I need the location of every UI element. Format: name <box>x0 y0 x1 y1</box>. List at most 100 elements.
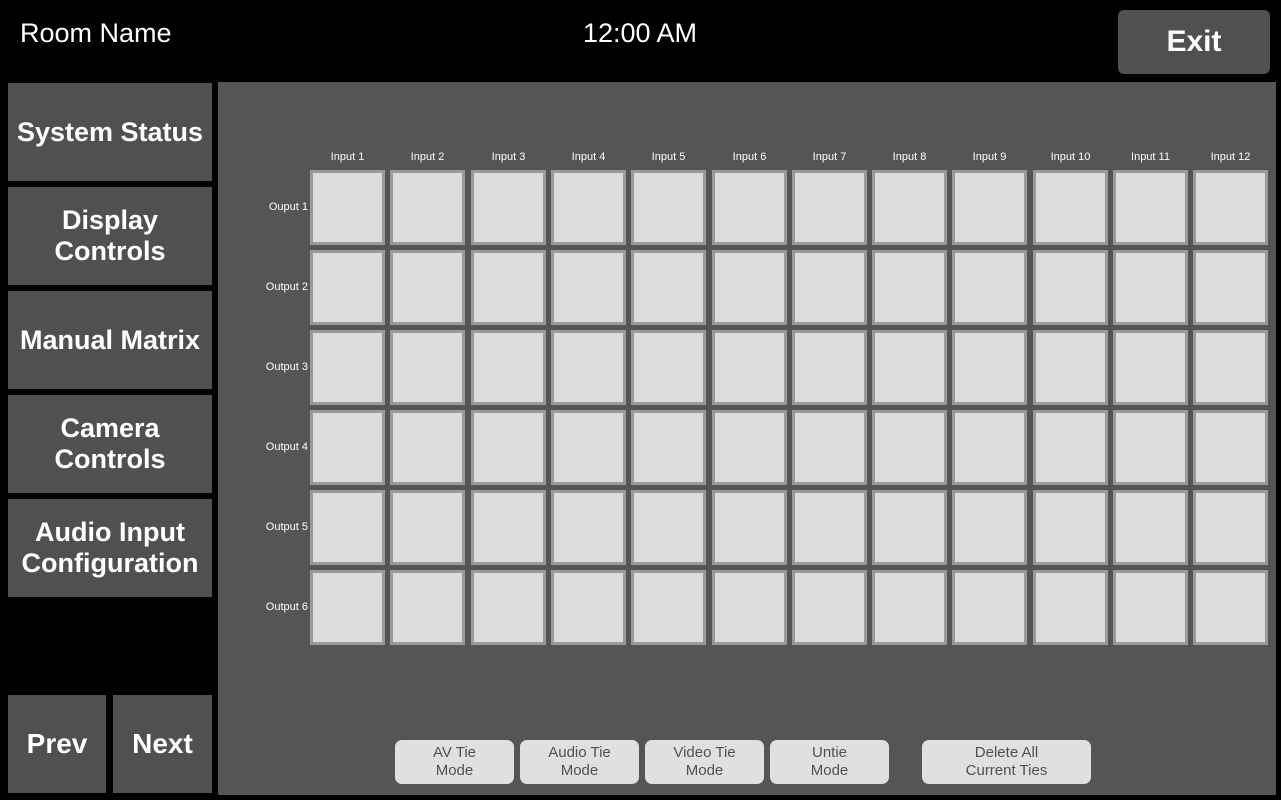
matrix-crosspoint-button[interactable] <box>390 410 465 485</box>
matrix-crosspoint-button[interactable] <box>631 250 706 325</box>
matrix-crosspoint-button[interactable] <box>1113 570 1188 645</box>
clock: 12:00 AM <box>582 18 698 48</box>
input-header: Input 5 <box>651 151 686 163</box>
audio-tie-mode-button[interactable]: Audio Tie Mode <box>520 740 639 784</box>
video-tie-mode-button[interactable]: Video Tie Mode <box>645 740 764 784</box>
matrix-crosspoint-button[interactable] <box>952 330 1027 405</box>
matrix-crosspoint-button[interactable] <box>471 250 546 325</box>
matrix-crosspoint-button[interactable] <box>1113 330 1188 405</box>
matrix-crosspoint-button[interactable] <box>390 570 465 645</box>
matrix-crosspoint-button[interactable] <box>872 410 947 485</box>
matrix-crosspoint-button[interactable] <box>952 250 1027 325</box>
matrix-crosspoint-button[interactable] <box>872 170 947 245</box>
matrix-crosspoint-button[interactable] <box>1033 250 1108 325</box>
sidebar-item-camera-controls[interactable]: Camera Controls <box>8 395 212 493</box>
matrix-crosspoint-button[interactable] <box>792 170 867 245</box>
matrix-crosspoint-button[interactable] <box>631 330 706 405</box>
sidebar-item-system-status[interactable]: System Status <box>8 83 212 181</box>
matrix-crosspoint-button[interactable] <box>712 490 787 565</box>
matrix-crosspoint-button[interactable] <box>390 490 465 565</box>
matrix-crosspoint-button[interactable] <box>551 250 626 325</box>
matrix-crosspoint-button[interactable] <box>551 490 626 565</box>
next-button[interactable]: Next <box>113 695 212 793</box>
matrix-crosspoint-button[interactable] <box>952 490 1027 565</box>
matrix-crosspoint-button[interactable] <box>551 570 626 645</box>
matrix-crosspoint-button[interactable] <box>792 330 867 405</box>
matrix-crosspoint-button[interactable] <box>1193 250 1268 325</box>
matrix-crosspoint-button[interactable] <box>952 410 1027 485</box>
matrix-crosspoint-button[interactable] <box>792 250 867 325</box>
matrix-crosspoint-button[interactable] <box>471 570 546 645</box>
matrix-crosspoint-button[interactable] <box>1113 410 1188 485</box>
av-tie-mode-button[interactable]: AV Tie Mode <box>395 740 514 784</box>
matrix-crosspoint-button[interactable] <box>872 570 947 645</box>
top-bar: Room Name 12:00 AM Exit <box>0 0 1281 82</box>
exit-button[interactable]: Exit <box>1118 10 1270 74</box>
matrix-crosspoint-button[interactable] <box>712 250 787 325</box>
matrix-crosspoint-button[interactable] <box>631 410 706 485</box>
matrix-crosspoint-button[interactable] <box>310 250 385 325</box>
matrix-crosspoint-button[interactable] <box>1193 170 1268 245</box>
output-header: Output 2 <box>265 281 308 293</box>
matrix-crosspoint-button[interactable] <box>310 170 385 245</box>
matrix-crosspoint-button[interactable] <box>1033 330 1108 405</box>
matrix-crosspoint-button[interactable] <box>471 330 546 405</box>
matrix-crosspoint-button[interactable] <box>712 330 787 405</box>
matrix-crosspoint-button[interactable] <box>551 170 626 245</box>
matrix-crosspoint-button[interactable] <box>631 490 706 565</box>
room-name: Room Name <box>20 18 172 48</box>
matrix-crosspoint-button[interactable] <box>872 250 947 325</box>
untie-mode-button[interactable]: Untie Mode <box>770 740 889 784</box>
sidebar-item-audio-input-configuration[interactable]: Audio Input Configuration <box>8 499 212 597</box>
matrix-crosspoint-button[interactable] <box>952 170 1027 245</box>
matrix-crosspoint-button[interactable] <box>712 570 787 645</box>
matrix-crosspoint-button[interactable] <box>1193 330 1268 405</box>
matrix-crosspoint-button[interactable] <box>1033 490 1108 565</box>
matrix-crosspoint-button[interactable] <box>310 570 385 645</box>
matrix-panel: Input 1 Input 2 Input 3 Input 4 Input 5 Input… <box>218 82 1276 795</box>
sidebar-item-display-controls[interactable]: Display Controls <box>8 187 212 285</box>
matrix-crosspoint-button[interactable] <box>390 330 465 405</box>
matrix-crosspoint-button[interactable] <box>1033 570 1108 645</box>
matrix-crosspoint-button[interactable] <box>1193 570 1268 645</box>
matrix-crosspoint-button[interactable] <box>390 250 465 325</box>
matrix-crosspoint-button[interactable] <box>310 490 385 565</box>
delete-all-ties-button[interactable]: Delete All Current Ties <box>922 740 1091 784</box>
output-header: Ouput 1 <box>268 201 308 213</box>
input-header: Input 10 <box>1050 151 1091 163</box>
matrix-crosspoint-button[interactable] <box>471 410 546 485</box>
sidebar: System Status Display Controls Manual Ma… <box>0 82 218 800</box>
matrix-crosspoint-button[interactable] <box>792 570 867 645</box>
matrix-crosspoint-button[interactable] <box>792 410 867 485</box>
matrix-crosspoint-button[interactable] <box>471 490 546 565</box>
matrix-crosspoint-button[interactable] <box>1113 170 1188 245</box>
matrix-crosspoint-button[interactable] <box>631 170 706 245</box>
matrix-crosspoint-button[interactable] <box>1113 490 1188 565</box>
matrix-crosspoint-button[interactable] <box>310 330 385 405</box>
matrix-crosspoint-button[interactable] <box>872 490 947 565</box>
matrix-crosspoint-button[interactable] <box>952 570 1027 645</box>
matrix-crosspoint-button[interactable] <box>471 170 546 245</box>
matrix-crosspoint-button[interactable] <box>1193 490 1268 565</box>
matrix-crosspoint-button[interactable] <box>712 170 787 245</box>
input-header: Input 9 <box>972 151 1007 163</box>
output-header: Output 3 <box>265 361 308 373</box>
matrix-crosspoint-button[interactable] <box>792 490 867 565</box>
matrix-crosspoint-button[interactable] <box>310 410 385 485</box>
input-header: Input 1 <box>330 151 365 163</box>
matrix-crosspoint-button[interactable] <box>1033 170 1108 245</box>
sidebar-item-manual-matrix[interactable]: Manual Matrix <box>8 291 212 389</box>
matrix-crosspoint-button[interactable] <box>551 330 626 405</box>
matrix-crosspoint-button[interactable] <box>1113 250 1188 325</box>
matrix-crosspoint-button[interactable] <box>390 170 465 245</box>
matrix-crosspoint-button[interactable] <box>551 410 626 485</box>
matrix-crosspoint-button[interactable] <box>872 330 947 405</box>
matrix-crosspoint-button[interactable] <box>712 410 787 485</box>
output-header: Output 4 <box>265 441 308 453</box>
matrix-crosspoint-button[interactable] <box>1193 410 1268 485</box>
input-header: Input 12 <box>1210 151 1251 163</box>
prev-button[interactable]: Prev <box>8 695 106 793</box>
input-header: Input 2 <box>410 151 445 163</box>
matrix-crosspoint-button[interactable] <box>1033 410 1108 485</box>
matrix-crosspoint-button[interactable] <box>631 570 706 645</box>
